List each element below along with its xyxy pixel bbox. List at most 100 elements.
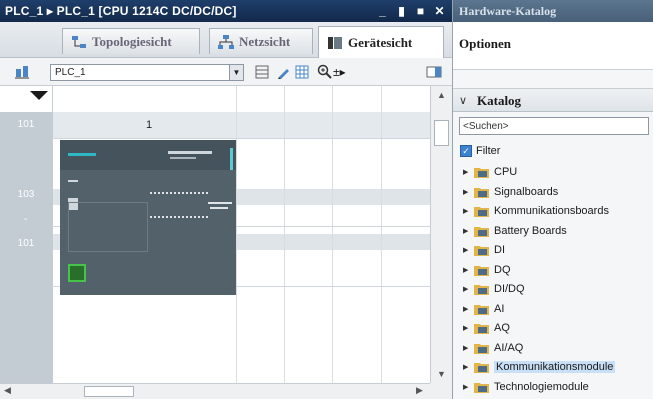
expand-arrow-icon[interactable]: ▶ <box>463 324 471 332</box>
folder-icon <box>474 244 490 256</box>
folder-icon <box>474 342 490 354</box>
minimize-icon[interactable]: _ <box>376 4 389 18</box>
device-icon <box>327 36 343 50</box>
options-section[interactable]: Optionen <box>453 22 653 70</box>
device-toolbar: PLC_1 ▼ ±▸ <box>0 58 452 86</box>
collapse-triangle-icon[interactable] <box>30 91 48 100</box>
catalog-section-header[interactable]: ∨ Katalog <box>453 88 653 112</box>
tree-item-label: AI <box>494 302 505 315</box>
close-icon[interactable]: ✕ <box>433 4 446 18</box>
tree-item-label: Kommunikationsmodule <box>494 361 616 373</box>
window-title: PLC_1 ▸ PLC_1 [CPU 1214C DC/DC/DC] <box>5 4 237 18</box>
catalog-tree-item[interactable]: ▶ DQ <box>463 261 649 279</box>
status-led <box>230 148 233 170</box>
slot-number: 1 <box>146 119 153 131</box>
grid-icon[interactable] <box>294 64 310 80</box>
horizontal-scrollbar[interactable]: ◀ ▶ <box>0 383 430 399</box>
catalog-tree-item[interactable]: ▶ DI <box>463 241 649 259</box>
rack-row-number: 101 <box>17 119 35 130</box>
expand-arrow-icon[interactable]: ▶ <box>463 266 471 274</box>
chevron-down-icon[interactable]: ▼ <box>229 65 243 80</box>
scroll-left-icon[interactable]: ◀ <box>4 385 11 396</box>
catalog-title-bar: Hardware-Katalog <box>453 0 653 22</box>
tree-item-label: Technologiemodule <box>494 380 589 393</box>
folder-icon <box>474 283 490 295</box>
expand-arrow-icon[interactable]: ▶ <box>463 383 471 391</box>
catalog-tree-item[interactable]: ▶ Kommunikationsboards <box>463 202 649 220</box>
catalog-tree-item[interactable]: ▶ CPU <box>463 163 649 181</box>
catalog-tree-item[interactable]: ▶ AI <box>463 300 649 318</box>
tree-item-label: CPU <box>494 166 518 178</box>
expand-arrow-icon[interactable]: ▶ <box>463 363 471 371</box>
expand-arrow-icon[interactable]: ▶ <box>463 168 471 176</box>
expand-arrow-icon[interactable]: ▶ <box>463 227 471 235</box>
tab-label: Gerätesicht <box>348 34 413 50</box>
scroll-up-icon[interactable]: ▲ <box>434 88 449 102</box>
catalog-tree-item[interactable]: ▶ Kommunikationsmodule <box>463 358 649 376</box>
tab-label: Topologiesicht <box>92 33 172 49</box>
tree-item-label: AI/AQ <box>494 341 524 354</box>
tab-network-view[interactable]: Netzsicht <box>209 28 313 54</box>
catalog-tree-item[interactable]: ▶ AQ <box>463 319 649 337</box>
hardware-catalog-pane: Hardware-Katalog Optionen ∨ Katalog <Suc… <box>452 0 653 399</box>
tree-item-label: AQ <box>494 322 510 334</box>
scroll-down-icon[interactable]: ▼ <box>434 367 449 381</box>
rack-row-number: 103 <box>17 189 35 200</box>
scroll-thumb[interactable] <box>434 120 449 146</box>
search-input[interactable]: <Suchen> <box>459 117 649 135</box>
plc-module[interactable] <box>60 140 236 295</box>
catalog-tree-item[interactable]: ▶ AI/AQ <box>463 339 649 357</box>
ethernet-port-icon <box>68 264 86 282</box>
view-tabs: Topologiesicht Netzsicht Gerätesicht <box>0 22 452 58</box>
filter-label: Filter <box>476 145 501 157</box>
network-icon <box>218 34 234 49</box>
catalog-tree-item[interactable]: ▶ Technologiemodule <box>463 378 649 396</box>
expand-arrow-icon[interactable]: ▶ <box>463 246 471 254</box>
rack-row-number: 101 <box>17 238 35 249</box>
filter-checkbox[interactable]: ✓ Filter <box>459 143 649 159</box>
expand-arrow-icon[interactable]: ▶ <box>463 344 471 352</box>
expand-arrow-icon[interactable]: ▶ <box>463 285 471 293</box>
tree-item-label: DI <box>494 244 505 256</box>
options-label: Optionen <box>459 36 512 51</box>
scroll-right-icon[interactable]: ▶ <box>416 385 423 396</box>
device-view-pane: PLC_1 ▸ PLC_1 [CPU 1214C DC/DC/DC] _ ▮ ■… <box>0 0 452 399</box>
panel-toggle-icon[interactable] <box>426 64 442 80</box>
topology-icon <box>71 35 87 49</box>
device-network-icon[interactable] <box>14 64 30 80</box>
tree-item-label: Battery Boards <box>494 224 567 237</box>
rack-icon[interactable] <box>254 64 270 80</box>
pencil-icon[interactable] <box>276 64 292 80</box>
catalog-tree-item[interactable]: ▶ DI/DQ <box>463 280 649 298</box>
folder-icon <box>474 186 490 198</box>
maximize-icon[interactable]: ■ <box>414 4 427 18</box>
device-select[interactable]: PLC_1 ▼ <box>50 64 244 81</box>
device-view-title-bar: PLC_1 ▸ PLC_1 [CPU 1214C DC/DC/DC] _ ▮ ■… <box>0 0 452 22</box>
chevron-down-icon[interactable]: ∨ <box>459 94 467 107</box>
tab-topology-view[interactable]: Topologiesicht <box>62 28 200 54</box>
vertical-scrollbar[interactable]: ▲ ▼ <box>430 86 452 383</box>
catalog-title: Hardware-Katalog <box>459 4 557 18</box>
zoom-icon[interactable] <box>317 64 333 80</box>
rack-canvas[interactable]: 101 1 101 103 - 101 <box>0 86 430 383</box>
tree-item-label: Signalboards <box>494 185 559 198</box>
expand-arrow-icon[interactable]: ▶ <box>463 305 471 313</box>
checkbox-checked-icon[interactable]: ✓ <box>460 145 472 157</box>
search-placeholder: <Suchen> <box>463 121 509 132</box>
slot-header-row <box>0 112 430 138</box>
tree-item-label: Kommunikationsboards <box>494 205 609 217</box>
folder-icon <box>474 322 490 334</box>
catalog-tree-item[interactable]: ▶ Signalboards <box>463 183 649 201</box>
device-select-value: PLC_1 <box>55 67 86 78</box>
expand-arrow-icon[interactable]: ▶ <box>463 188 471 196</box>
zoom-dropdown-icon[interactable]: ±▸ <box>333 64 349 80</box>
tab-device-view[interactable]: Gerätesicht <box>318 26 444 58</box>
folder-icon <box>474 166 490 178</box>
float-icon[interactable]: ▮ <box>395 4 408 18</box>
catalog-label: Katalog <box>477 93 522 108</box>
expand-arrow-icon[interactable]: ▶ <box>463 207 471 215</box>
catalog-tree-item[interactable]: ▶ Battery Boards <box>463 222 649 240</box>
scroll-thumb[interactable] <box>84 386 134 397</box>
folder-icon <box>474 381 490 393</box>
folder-icon <box>474 225 490 237</box>
